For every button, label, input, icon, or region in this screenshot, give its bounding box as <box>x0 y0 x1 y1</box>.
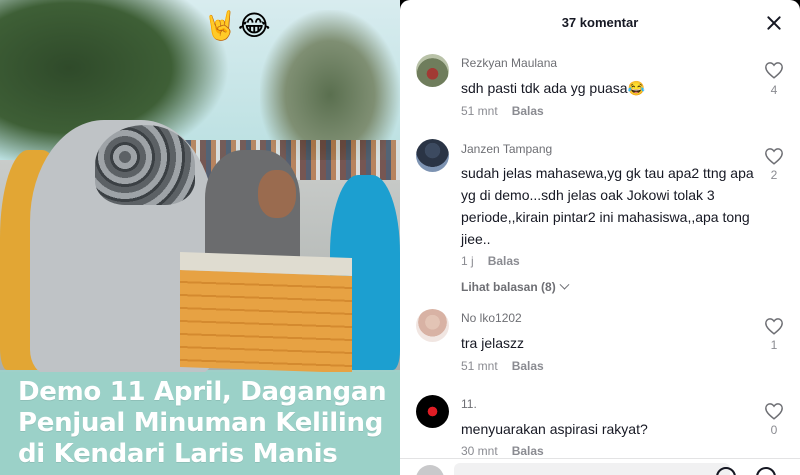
comment-meta: 1 j Balas <box>461 254 520 268</box>
reply-button[interactable]: Balas <box>512 444 544 458</box>
comment-meta: 51 mnt Balas <box>461 359 544 373</box>
video-bucket-hat <box>95 125 195 205</box>
reply-button[interactable]: Balas <box>488 254 520 268</box>
reply-button[interactable]: Balas <box>512 104 544 118</box>
comments-header: 37 komentar <box>400 0 800 46</box>
user-avatar[interactable] <box>416 309 449 342</box>
like-count: 4 <box>770 83 778 97</box>
like-count: 1 <box>770 338 778 352</box>
reply-button[interactable]: Balas <box>512 359 544 373</box>
add-comment-bar <box>400 458 800 475</box>
video-drink-cart <box>180 251 352 374</box>
comment-meta: 30 mnt Balas <box>461 444 544 458</box>
user-avatar[interactable] <box>416 54 449 87</box>
comment-username[interactable]: No lko1202 <box>461 311 522 325</box>
comment-username[interactable]: Rezkyan Maulana <box>461 56 557 70</box>
comment-text: tra jelaszz <box>461 335 525 351</box>
heart-icon[interactable] <box>764 402 784 420</box>
comment-time: 1 j <box>461 254 474 268</box>
heart-icon[interactable] <box>764 317 784 335</box>
video-vendor-face <box>258 170 296 218</box>
comment-time: 30 mnt <box>461 444 498 458</box>
close-icon[interactable] <box>763 12 785 34</box>
comment-time: 51 mnt <box>461 104 498 118</box>
view-replies-label: Lihat balasan (8) <box>461 280 556 294</box>
like-count: 2 <box>770 168 778 182</box>
mention-icon[interactable] <box>716 467 736 475</box>
chevron-down-icon <box>559 279 570 290</box>
video-caption: Demo 11 April, Dagangan Penjual Minuman … <box>18 377 387 469</box>
comment-text: sudah jelas mahasewa,yg gk tau apa2 ttng… <box>461 165 754 247</box>
comments-count-title: 37 komentar <box>561 15 639 30</box>
comment-username[interactable]: 11. <box>461 397 477 411</box>
view-replies-button[interactable]: Lihat balasan (8) <box>461 279 570 294</box>
comment-text: sdh pasti tdk ada yg puasa😂 <box>461 80 645 96</box>
emoji-icon[interactable] <box>756 467 776 475</box>
video-player[interactable]: 🤘😂 Demo 11 April, Dagangan Penjual Minum… <box>0 0 400 475</box>
comment-text: menyuarakan aspirasi rakyat? <box>461 421 648 437</box>
video-overlay-emoji: 🤘😂 <box>203 9 271 42</box>
user-avatar[interactable] <box>416 395 449 428</box>
comment-username[interactable]: Janzen Tampang <box>461 142 552 156</box>
current-user-avatar <box>416 465 444 475</box>
comments-panel: 37 komentar Rezkyan Maulana sdh pasti td… <box>400 0 800 475</box>
heart-icon[interactable] <box>764 147 784 165</box>
comment-meta: 51 mnt Balas <box>461 104 544 118</box>
user-avatar[interactable] <box>416 139 449 172</box>
comment-time: 51 mnt <box>461 359 498 373</box>
heart-icon[interactable] <box>764 61 784 79</box>
like-count: 0 <box>770 423 778 437</box>
comment-input[interactable] <box>454 463 730 475</box>
